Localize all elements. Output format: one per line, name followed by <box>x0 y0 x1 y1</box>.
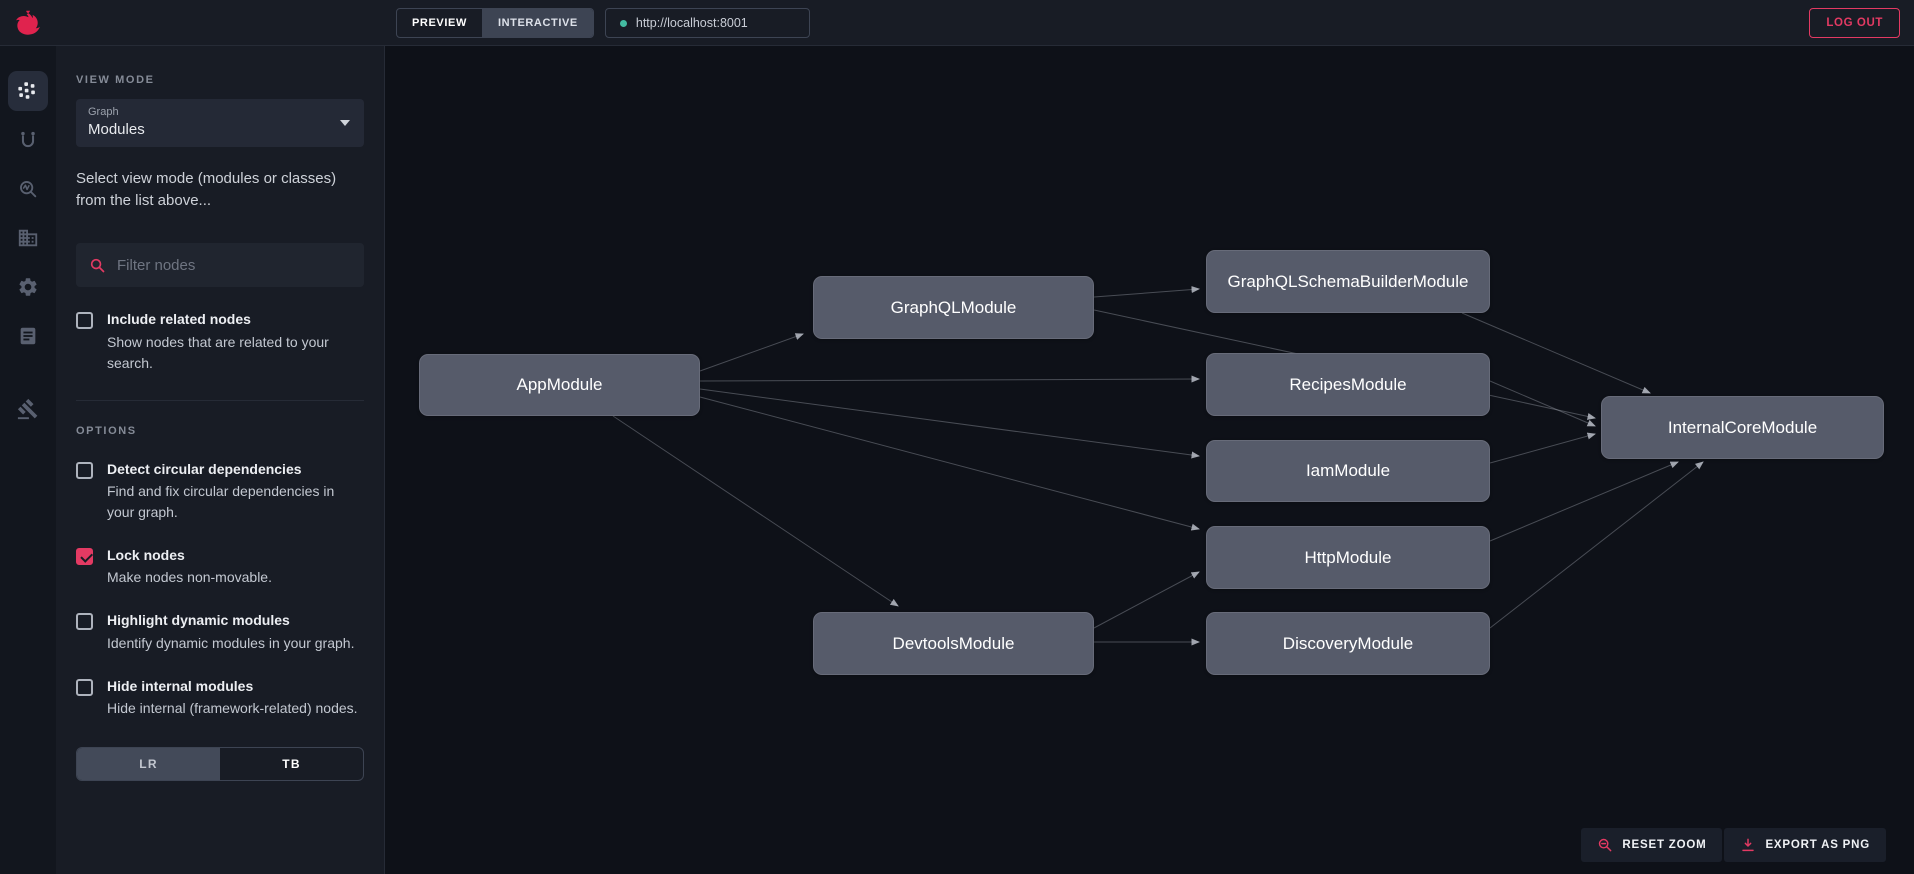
rail-item-insights[interactable] <box>8 169 48 209</box>
graph-canvas[interactable]: AppModule GraphQLModule GraphQLSchemaBuild… <box>385 46 1914 874</box>
include-related-option[interactable]: Include related nodes Show nodes that are… <box>76 309 364 373</box>
settings-panel: VIEW MODE Graph Modules Select view mode… <box>56 46 385 874</box>
panel-divider <box>76 400 364 401</box>
target-url-box[interactable]: http://localhost:8001 <box>605 8 810 38</box>
target-url: http://localhost:8001 <box>636 16 748 30</box>
rail-item-graph[interactable] <box>8 71 48 111</box>
graph-mode-select-value: Modules <box>88 121 352 138</box>
rail-item-organization[interactable] <box>8 218 48 258</box>
nestjs-logo-icon <box>11 6 45 40</box>
rail-item-routes[interactable] <box>8 120 48 160</box>
layout-lr-button[interactable]: LR <box>77 748 220 780</box>
zoom-out-icon <box>1597 837 1613 853</box>
option-lock-nodes-title: Lock nodes <box>107 545 272 565</box>
option-hide-internal-modules[interactable]: Hide internal modulesHide internal (fram… <box>76 676 364 719</box>
include-related-option-description: Show nodes that are related to your sear… <box>107 332 364 374</box>
logout-button[interactable]: LOG OUT <box>1809 8 1900 38</box>
graph-node-IamModule[interactable]: IamModule <box>1206 440 1490 502</box>
options-heading: OPTIONS <box>76 425 364 437</box>
graph-actions: RESET ZOOM EXPORT AS PNG <box>1581 828 1886 862</box>
layout-direction-toggle: LRTB <box>76 747 364 781</box>
tab-interactive[interactable]: INTERACTIVE <box>482 9 593 37</box>
option-highlight-dynamic-modules-title: Highlight dynamic modules <box>107 610 354 630</box>
building-icon <box>17 227 39 249</box>
filter-nodes-input[interactable] <box>117 257 351 274</box>
option-lock-nodes-description: Make nodes non-movable. <box>107 567 272 588</box>
search-pulse-icon <box>17 178 39 200</box>
option-lock-nodes[interactable]: Lock nodesMake nodes non-movable. <box>76 545 364 588</box>
layout-tb-button[interactable]: TB <box>220 748 363 780</box>
filter-nodes-box <box>76 243 364 287</box>
gavel-icon <box>17 398 39 420</box>
nav-rail <box>0 46 56 874</box>
view-mode-tabs: PREVIEWINTERACTIVE <box>396 8 594 38</box>
option-hide-internal-modules-checkbox[interactable] <box>76 679 93 696</box>
route-icon <box>17 129 39 151</box>
graph-node-DevtoolsModule[interactable]: DevtoolsModule <box>813 612 1094 675</box>
top-bar: PREVIEWINTERACTIVE http://localhost:8001… <box>0 0 1914 46</box>
option-detect-circular-dependencies-checkbox[interactable] <box>76 462 93 479</box>
include-related-option-title: Include related nodes <box>107 309 364 329</box>
reset-zoom-label: RESET ZOOM <box>1622 839 1706 851</box>
export-png-button[interactable]: EXPORT AS PNG <box>1724 828 1886 862</box>
graph-dots-icon <box>17 80 39 102</box>
option-hide-internal-modules-description: Hide internal (framework-related) nodes. <box>107 698 358 719</box>
include-related-option-checkbox[interactable] <box>76 312 93 329</box>
document-icon <box>17 325 39 347</box>
export-png-label: EXPORT AS PNG <box>1765 839 1870 851</box>
option-detect-circular-dependencies-description: Find and fix circular dependencies in yo… <box>107 481 364 523</box>
view-mode-hint: Select view mode (modules or classes) fr… <box>76 168 364 212</box>
rail-item-logs[interactable] <box>8 316 48 356</box>
graph-node-AppModule[interactable]: AppModule <box>419 354 700 416</box>
graph-edges <box>385 46 1914 874</box>
rail-item-settings[interactable] <box>8 267 48 307</box>
option-highlight-dynamic-modules-checkbox[interactable] <box>76 613 93 630</box>
graph-node-InternalCoreModule[interactable]: InternalCoreModule <box>1601 396 1884 459</box>
tab-preview[interactable]: PREVIEW <box>397 9 482 37</box>
chevron-down-icon <box>340 120 350 126</box>
option-detect-circular-dependencies-title: Detect circular dependencies <box>107 459 364 479</box>
search-icon <box>89 257 106 274</box>
reset-zoom-button[interactable]: RESET ZOOM <box>1581 828 1722 862</box>
graph-node-GraphQLSchemaBuilderModule[interactable]: GraphQLSchemaBuilderModule <box>1206 250 1490 313</box>
connection-status-dot <box>620 20 627 27</box>
graph-node-RecipesModule[interactable]: RecipesModule <box>1206 353 1490 416</box>
graph-node-HttpModule[interactable]: HttpModule <box>1206 526 1490 589</box>
option-detect-circular-dependencies[interactable]: Detect circular dependenciesFind and fix… <box>76 459 364 523</box>
view-mode-heading: VIEW MODE <box>76 74 364 86</box>
gear-icon <box>17 276 39 298</box>
graph-mode-select[interactable]: Graph Modules <box>76 99 364 147</box>
option-highlight-dynamic-modules-description: Identify dynamic modules in your graph. <box>107 633 354 654</box>
option-hide-internal-modules-title: Hide internal modules <box>107 676 358 696</box>
rail-item-audit[interactable] <box>8 389 48 429</box>
graph-mode-select-label: Graph <box>88 106 352 118</box>
graph-node-GraphQLModule[interactable]: GraphQLModule <box>813 276 1094 339</box>
download-icon <box>1740 837 1756 853</box>
option-highlight-dynamic-modules[interactable]: Highlight dynamic modules Identify dynami… <box>76 610 364 653</box>
option-lock-nodes-checkbox[interactable] <box>76 548 93 565</box>
graph-node-DiscoveryModule[interactable]: DiscoveryModule <box>1206 612 1490 675</box>
